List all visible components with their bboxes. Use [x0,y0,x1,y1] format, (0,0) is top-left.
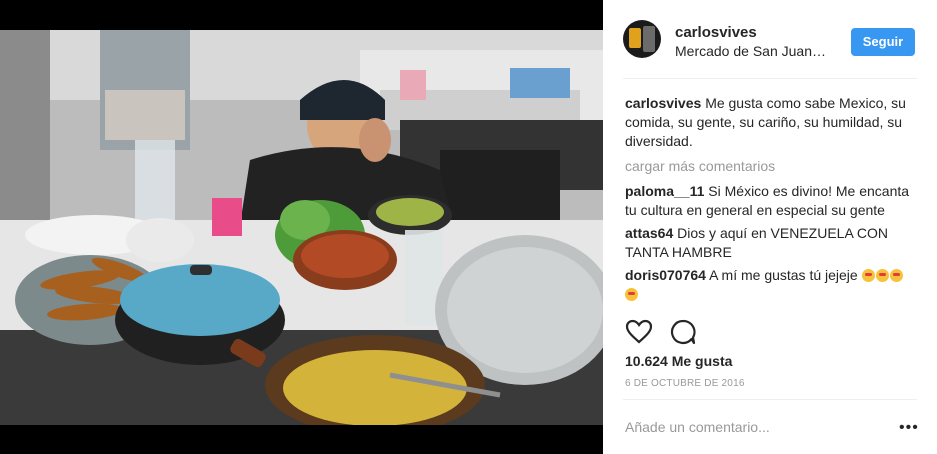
post-media[interactable] [0,0,603,454]
heart-icon[interactable] [625,318,653,346]
avatar[interactable] [623,20,661,58]
post-date: 6 DE OCTUBRE DE 2016 [625,378,745,389]
caption-username[interactable]: carlosvives [625,95,701,111]
more-options-icon[interactable]: ••• [899,419,919,437]
comment-icon[interactable] [669,318,697,346]
heart-eyes-emoji-icon [875,269,889,282]
follow-button[interactable]: Seguir [851,28,915,56]
caption: carlosvives Me gusta como sabe Mexico, s… [625,94,917,151]
instagram-post: carlosvives Mercado de San Juan… Seguir … [0,0,937,454]
divider [623,78,917,79]
like-count[interactable]: 10.624 Me gusta [625,353,732,369]
load-more-comments[interactable]: cargar más comentarios [625,157,917,176]
comment-text: A mí me gustas tú jejeje [709,267,858,283]
heart-eyes-emoji-icon [861,269,875,282]
location-link[interactable]: Mercado de San Juan… [675,43,845,59]
comment-item: attas64 Dios y aquí en VENEZUELA CON TAN… [625,224,917,262]
comment-item: doris070764 A mí me gustas tú jejeje [625,266,917,304]
post-photo [0,30,603,425]
comment-username[interactable]: attas64 [625,225,673,241]
comment-item: paloma__11 Si México es divino! Me encan… [625,182,917,220]
post-header: carlosvives Mercado de San Juan… Seguir [603,0,937,78]
heart-eyes-emoji-icon [625,288,638,301]
side-panel: carlosvives Mercado de San Juan… Seguir … [603,0,937,454]
comments-list: carlosvives Me gusta como sabe Mexico, s… [625,94,917,308]
add-comment-input[interactable]: Añade un comentario... [625,419,885,435]
heart-eyes-emoji-icon [889,269,903,282]
header-username[interactable]: carlosvives [675,24,757,41]
divider [623,399,917,400]
comment-username[interactable]: paloma__11 [625,183,704,199]
comment-username[interactable]: doris070764 [625,267,706,283]
